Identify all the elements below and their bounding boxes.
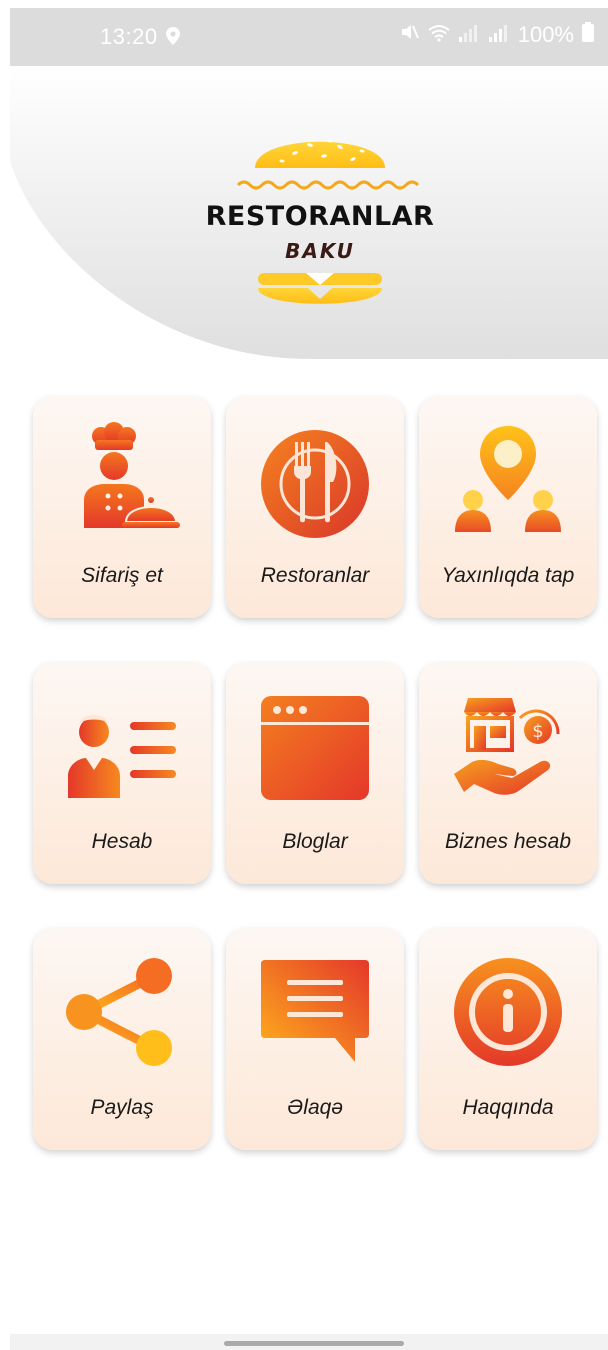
status-time: 13:20 <box>100 24 158 49</box>
menu-tile-label: Biznes hesab <box>444 830 572 853</box>
menu-tile-business[interactable]: $ Biznes hesab <box>419 662 597 884</box>
menu-tile-contact[interactable]: Əlaqə <box>226 928 404 1150</box>
business-payment-icon: $ <box>454 698 560 795</box>
location-icon <box>166 27 180 50</box>
menu-tile-label: Bloglar <box>282 830 348 853</box>
menu-tile-blogs[interactable]: Bloglar <box>226 662 404 884</box>
menu-tile-label: Paylaş <box>90 1096 154 1119</box>
logo-title: RESTORANLAR <box>205 201 435 232</box>
app-screen: 13:20 100% RESTORANLAR BAKU Sifariş et R… <box>10 8 608 1350</box>
account-icon <box>68 715 176 798</box>
chat-message-icon <box>261 960 369 1062</box>
menu-tile-order[interactable]: Sifariş et <box>33 396 211 618</box>
menu-tile-label: Sifariş et <box>81 564 163 587</box>
battery-icon <box>582 22 594 48</box>
menu-tile-label: Əlaqə <box>286 1096 344 1119</box>
home-gesture-handle[interactable] <box>224 1341 404 1346</box>
wifi-icon <box>428 22 450 48</box>
menu-tile-nearby[interactable]: Yaxınlıqda tap <box>419 396 597 618</box>
mute-icon <box>400 22 420 48</box>
chef-icon <box>84 422 180 528</box>
info-icon <box>454 958 562 1066</box>
share-icon <box>66 958 172 1066</box>
menu-tile-label: Hesab <box>91 830 153 853</box>
browser-window-icon <box>261 696 369 800</box>
menu-tile-restaurants[interactable]: Restoranlar <box>226 396 404 618</box>
navigation-bar <box>10 1334 608 1350</box>
menu-tile-label: Yaxınlıqda tap <box>441 564 575 587</box>
signal-icon <box>488 22 510 48</box>
menu-tile-account[interactable]: Hesab <box>33 662 211 884</box>
menu-tile-label: Restoranlar <box>260 564 370 587</box>
plate-cutlery-icon <box>261 430 369 538</box>
menu-tile-share[interactable]: Paylaş <box>33 928 211 1150</box>
menu-tile-about[interactable]: Haqqında <box>419 928 597 1150</box>
signal-icon <box>458 22 480 48</box>
location-people-icon <box>455 426 561 532</box>
status-bar: 13:20 100% <box>10 8 608 66</box>
menu-tile-label: Haqqında <box>462 1096 554 1119</box>
logo-subtitle: BAKU <box>285 239 355 263</box>
status-icons: 100% <box>400 22 594 48</box>
app-logo: RESTORANLAR BAKU <box>200 123 440 313</box>
svg-text:$: $ <box>532 721 543 742</box>
battery-percent: 100% <box>517 22 574 47</box>
